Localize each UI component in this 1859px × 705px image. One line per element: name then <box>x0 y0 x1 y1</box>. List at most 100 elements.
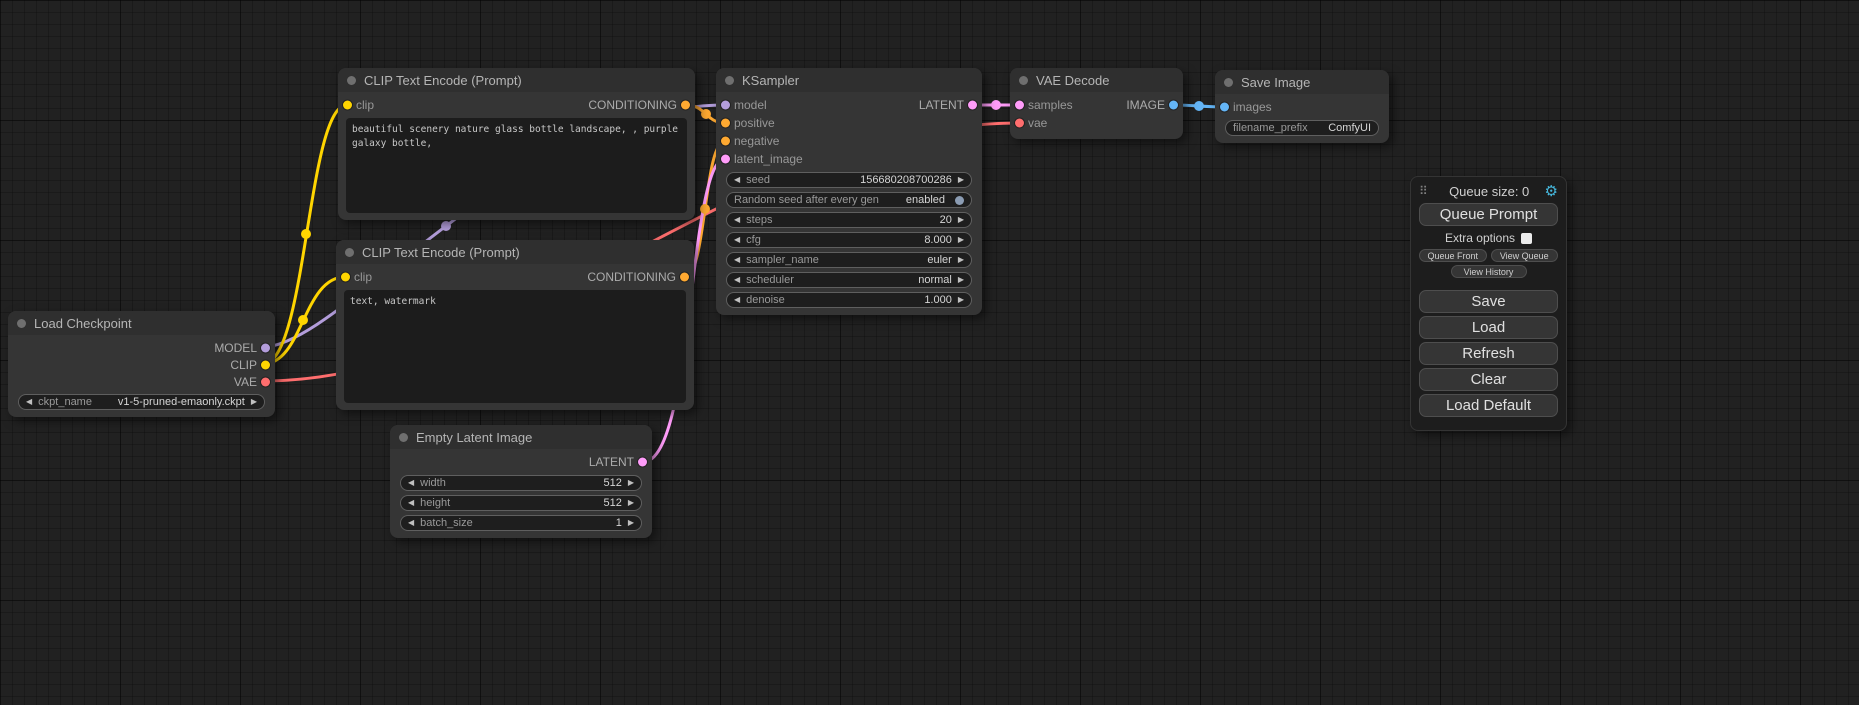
collapse-dot-icon[interactable] <box>399 433 408 442</box>
view-history-button[interactable]: View History <box>1451 265 1527 278</box>
increment-arrow-icon[interactable]: ▶ <box>628 519 634 527</box>
increment-arrow-icon[interactable]: ▶ <box>958 276 964 284</box>
menu-header: ⠿ Queue size: 0 ⚙ <box>1419 183 1558 199</box>
view-queue-button[interactable]: View Queue <box>1491 249 1559 262</box>
slot-row: positive <box>716 114 982 132</box>
node-title-bar[interactable]: Save Image <box>1215 70 1389 94</box>
input-port-positive[interactable] <box>721 119 730 128</box>
node-vae-decode[interactable]: VAE Decode samples IMAGE vae <box>1010 68 1183 139</box>
collapse-dot-icon[interactable] <box>345 248 354 257</box>
widget-steps[interactable]: ◀ steps 20 ▶ <box>726 212 972 228</box>
widget-batch-size[interactable]: ◀ batch_size 1 ▶ <box>400 515 642 531</box>
output-label-vae: VAE <box>234 375 257 389</box>
decrement-arrow-icon[interactable]: ◀ <box>734 296 740 304</box>
widget-scheduler[interactable]: ◀ scheduler normal ▶ <box>726 272 972 288</box>
decrement-arrow-icon[interactable]: ◀ <box>408 479 414 487</box>
prompt-textarea[interactable]: beautiful scenery nature glass bottle la… <box>346 118 687 213</box>
slot-row: images <box>1215 98 1389 116</box>
input-port-negative[interactable] <box>721 137 730 146</box>
widget-value: 8.000 <box>924 234 952 246</box>
increment-arrow-icon[interactable]: ▶ <box>628 499 634 507</box>
increment-arrow-icon[interactable]: ▶ <box>958 236 964 244</box>
output-port-conditioning[interactable] <box>681 101 690 110</box>
widget-sampler-name[interactable]: ◀ sampler_name euler ▶ <box>726 252 972 268</box>
extra-options-checkbox[interactable] <box>1521 233 1532 244</box>
node-graph-canvas[interactable]: Load Checkpoint MODEL CLIP VAE ◀ ckpt_na… <box>0 0 1859 705</box>
collapse-dot-icon[interactable] <box>347 76 356 85</box>
node-title-bar[interactable]: Load Checkpoint <box>8 311 275 335</box>
increment-arrow-icon[interactable]: ▶ <box>251 398 257 406</box>
save-button[interactable]: Save <box>1419 290 1558 313</box>
widget-name: width <box>420 477 446 489</box>
increment-arrow-icon[interactable]: ▶ <box>958 256 964 264</box>
input-port-images[interactable] <box>1220 103 1229 112</box>
node-load-checkpoint[interactable]: Load Checkpoint MODEL CLIP VAE ◀ ckpt_na… <box>8 311 275 417</box>
wire-samples-midpoint-dot <box>991 100 1001 110</box>
output-label-latent: LATENT <box>919 98 964 112</box>
increment-arrow-icon[interactable]: ▶ <box>628 479 634 487</box>
queue-prompt-button[interactable]: Queue Prompt <box>1419 203 1558 226</box>
node-title-bar[interactable]: CLIP Text Encode (Prompt) <box>336 240 694 264</box>
node-empty-latent-image[interactable]: Empty Latent Image LATENT ◀ width 512 ▶ … <box>390 425 652 538</box>
widget-filename-prefix[interactable]: filename_prefix ComfyUI <box>1225 120 1379 136</box>
slot-row: CLIP <box>8 356 275 373</box>
collapse-dot-icon[interactable] <box>1224 78 1233 87</box>
decrement-arrow-icon[interactable]: ◀ <box>734 216 740 224</box>
input-port-vae[interactable] <box>1015 119 1024 128</box>
input-port-model[interactable] <box>721 101 730 110</box>
node-title-bar[interactable]: KSampler <box>716 68 982 92</box>
increment-arrow-icon[interactable]: ▶ <box>958 296 964 304</box>
collapse-dot-icon[interactable] <box>725 76 734 85</box>
decrement-arrow-icon[interactable]: ◀ <box>734 176 740 184</box>
decrement-arrow-icon[interactable]: ◀ <box>734 256 740 264</box>
widget-ckpt-name[interactable]: ◀ ckpt_name v1-5-pruned-emaonly.ckpt ▶ <box>18 394 265 410</box>
decrement-arrow-icon[interactable]: ◀ <box>408 519 414 527</box>
prompt-textarea[interactable]: text, watermark <box>344 290 686 403</box>
drag-handle-icon[interactable]: ⠿ <box>1419 184 1428 198</box>
widget-random-seed-toggle[interactable]: Random seed after every gen enabled <box>726 192 972 208</box>
toggle-dot-icon[interactable] <box>955 196 964 205</box>
node-clip-text-encode-negative[interactable]: CLIP Text Encode (Prompt) clip CONDITION… <box>336 240 694 410</box>
widget-height[interactable]: ◀ height 512 ▶ <box>400 495 642 511</box>
node-title: Save Image <box>1241 75 1310 90</box>
widget-value: 512 <box>603 497 621 509</box>
slot-row: latent_image <box>716 150 982 168</box>
input-port-latent-image[interactable] <box>721 155 730 164</box>
node-clip-text-encode-positive[interactable]: CLIP Text Encode (Prompt) clip CONDITION… <box>338 68 695 220</box>
settings-gear-icon[interactable]: ⚙ <box>1545 182 1558 200</box>
decrement-arrow-icon[interactable]: ◀ <box>26 398 32 406</box>
decrement-arrow-icon[interactable]: ◀ <box>734 236 740 244</box>
increment-arrow-icon[interactable]: ▶ <box>958 176 964 184</box>
node-title-bar[interactable]: Empty Latent Image <box>390 425 652 449</box>
widget-denoise[interactable]: ◀ denoise 1.000 ▶ <box>726 292 972 308</box>
output-port-model[interactable] <box>261 343 270 352</box>
input-port-clip[interactable] <box>343 101 352 110</box>
queue-front-button[interactable]: Queue Front <box>1419 249 1487 262</box>
widget-seed[interactable]: ◀ seed 156680208700286 ▶ <box>726 172 972 188</box>
output-port-conditioning[interactable] <box>680 273 689 282</box>
output-port-latent[interactable] <box>968 101 977 110</box>
output-port-latent[interactable] <box>638 458 647 467</box>
node-ksampler[interactable]: KSampler model LATENT positive negative … <box>716 68 982 315</box>
node-title-bar[interactable]: CLIP Text Encode (Prompt) <box>338 68 695 92</box>
load-default-button[interactable]: Load Default <box>1419 394 1558 417</box>
output-port-vae[interactable] <box>261 377 270 386</box>
collapse-dot-icon[interactable] <box>1019 76 1028 85</box>
slot-row: VAE <box>8 373 275 390</box>
widget-width[interactable]: ◀ width 512 ▶ <box>400 475 642 491</box>
increment-arrow-icon[interactable]: ▶ <box>958 216 964 224</box>
widget-cfg[interactable]: ◀ cfg 8.000 ▶ <box>726 232 972 248</box>
clear-button[interactable]: Clear <box>1419 368 1558 391</box>
collapse-dot-icon[interactable] <box>17 319 26 328</box>
decrement-arrow-icon[interactable]: ◀ <box>734 276 740 284</box>
load-button[interactable]: Load <box>1419 316 1558 339</box>
output-port-image[interactable] <box>1169 101 1178 110</box>
input-port-clip[interactable] <box>341 273 350 282</box>
refresh-button[interactable]: Refresh <box>1419 342 1558 365</box>
queue-menu-panel: ⠿ Queue size: 0 ⚙ Queue Prompt Extra opt… <box>1410 176 1567 431</box>
output-port-clip[interactable] <box>261 360 270 369</box>
input-port-samples[interactable] <box>1015 101 1024 110</box>
node-save-image[interactable]: Save Image images filename_prefix ComfyU… <box>1215 70 1389 143</box>
decrement-arrow-icon[interactable]: ◀ <box>408 499 414 507</box>
node-title-bar[interactable]: VAE Decode <box>1010 68 1183 92</box>
